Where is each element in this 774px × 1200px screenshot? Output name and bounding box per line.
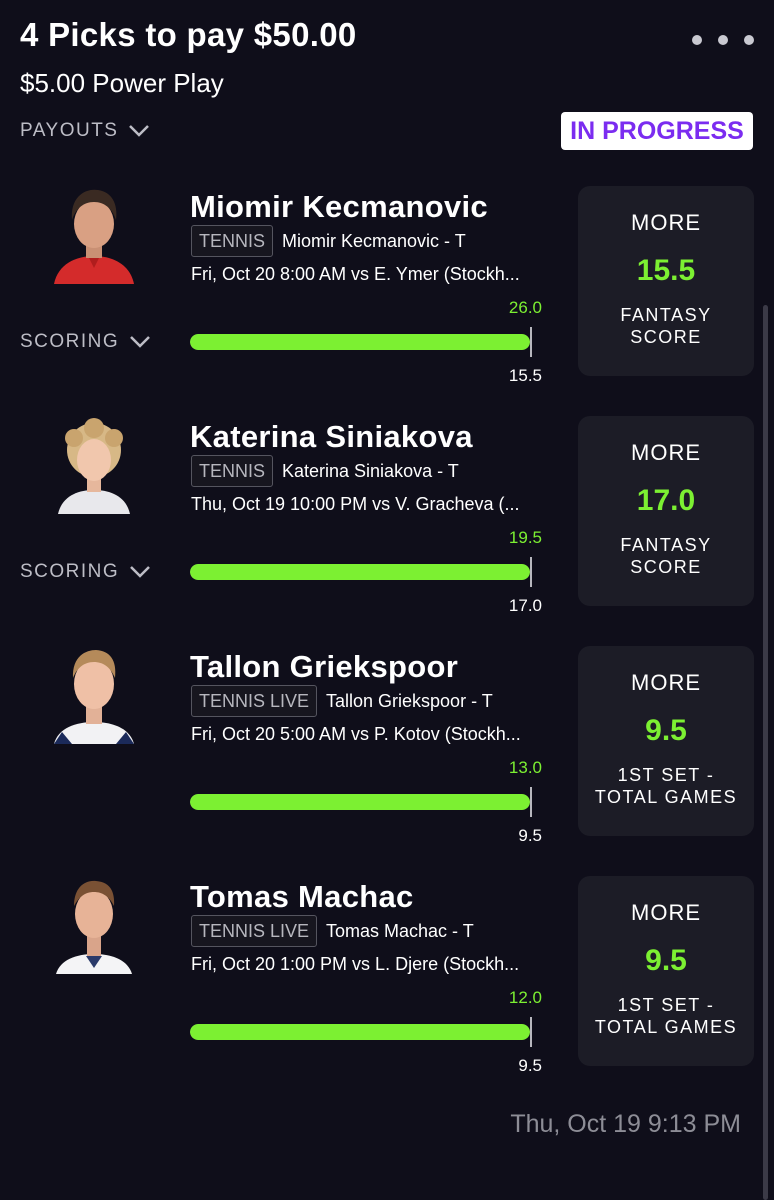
sport-tag: TENNIS (191, 225, 274, 257)
projection-card[interactable]: MORE 9.5 1ST SET - TOTAL GAMES (578, 646, 754, 836)
line-marker (530, 557, 532, 587)
game-info: Thu, Oct 19 10:00 PM vs V. Gracheva (... (191, 494, 520, 514)
line-value-label: 17.0 (508, 596, 542, 615)
projection-line: 9.5 (645, 944, 687, 977)
player-avatar (54, 650, 134, 744)
scrollbar[interactable] (763, 305, 768, 1200)
payouts-label: PAYOUTS (20, 120, 119, 141)
player-league-label: Tomas Machac - T (326, 921, 474, 941)
stat-type: 1ST SET - TOTAL GAMES (594, 765, 738, 807)
sport-tag: TENNIS LIVE (191, 915, 318, 947)
player-league-label: Miomir Kecmanovic - T (282, 231, 466, 251)
player-name: Miomir Kecmanovic (190, 189, 488, 224)
pick-row[interactable]: Tallon Griekspoor TENNIS LIVE Tallon Gri… (0, 646, 774, 876)
game-info: Fri, Oct 20 5:00 AM vs P. Kotov (Stockh.… (191, 724, 521, 744)
player-name: Tomas Machac (190, 879, 414, 914)
chevron-down-icon (129, 125, 150, 137)
game-info: Fri, Oct 20 8:00 AM vs E. Ymer (Stockh..… (191, 264, 520, 284)
pick-direction: MORE (631, 900, 701, 925)
progress-fill (190, 564, 530, 580)
projection-line: 15.5 (636, 254, 696, 287)
status-badge: IN PROGRESS (561, 112, 753, 150)
progress-bar (190, 1024, 530, 1040)
player-avatar (54, 189, 134, 284)
projection-card[interactable]: MORE 15.5 FANTASY SCORE (578, 186, 754, 376)
more-dot-icon (692, 35, 702, 45)
line-marker (530, 787, 532, 817)
more-dot-icon (718, 35, 728, 45)
pick-direction: MORE (631, 440, 701, 465)
game-info: Fri, Oct 20 1:00 PM vs L. Djere (Stockh.… (191, 954, 520, 974)
scoring-toggle[interactable]: SCORING (20, 561, 151, 583)
projection-line: 17.0 (636, 484, 696, 517)
projection-card[interactable]: MORE 17.0 FANTASY SCORE (578, 416, 754, 606)
sport-tag: TENNIS (191, 455, 274, 487)
more-options-button[interactable] (692, 30, 754, 50)
line-value-label: 15.5 (508, 366, 542, 385)
player-avatar (56, 880, 132, 974)
line-marker (530, 1017, 532, 1047)
entry-timestamp: Thu, Oct 19 9:13 PM (510, 1110, 741, 1138)
player-name: Katerina Siniakova (190, 419, 473, 454)
progress-bar (190, 794, 530, 810)
progress-fill (190, 1024, 530, 1040)
player-name: Tallon Griekspoor (190, 649, 459, 684)
pick-row[interactable]: Katerina Siniakova TENNIS Katerina Sinia… (0, 416, 774, 646)
pick-direction: MORE (631, 210, 701, 235)
more-dot-icon (744, 35, 754, 45)
chevron-down-icon (130, 336, 151, 348)
chevron-down-icon (130, 566, 151, 578)
sport-tag: TENNIS LIVE (191, 685, 318, 717)
payouts-toggle[interactable]: PAYOUTS (20, 120, 150, 142)
actual-score: 13.0 (508, 758, 542, 777)
actual-score: 26.0 (508, 298, 542, 317)
actual-score: 19.5 (508, 528, 542, 547)
line-value-label: 9.5 (518, 826, 542, 845)
stat-type: FANTASY SCORE (620, 305, 712, 347)
actual-score: 12.0 (508, 988, 542, 1007)
line-marker (530, 327, 532, 357)
line-value-label: 9.5 (518, 1056, 542, 1075)
player-league-label: Katerina Siniakova - T (282, 461, 459, 481)
projection-line: 9.5 (645, 714, 687, 747)
progress-bar (190, 334, 530, 350)
scoring-toggle[interactable]: SCORING (20, 331, 151, 353)
stat-type: 1ST SET - TOTAL GAMES (594, 995, 738, 1037)
projection-card[interactable]: MORE 9.5 1ST SET - TOTAL GAMES (578, 876, 754, 1066)
progress-bar (190, 564, 530, 580)
scoring-label: SCORING (20, 331, 120, 352)
page-title: 4 Picks to pay $50.00 (20, 16, 357, 53)
player-league-label: Tallon Griekspoor - T (326, 691, 493, 711)
progress-fill (190, 794, 530, 810)
stat-type: FANTASY SCORE (620, 535, 712, 577)
scoring-label: SCORING (20, 561, 120, 582)
pick-row[interactable]: Tomas Machac TENNIS LIVE Tomas Machac - … (0, 876, 774, 1106)
entry-subtitle: $5.00 Power Play (20, 68, 224, 98)
progress-fill (190, 334, 530, 350)
player-avatar (58, 418, 130, 514)
pick-direction: MORE (631, 670, 701, 695)
pick-row[interactable]: Miomir Kecmanovic TENNIS Miomir Kecmanov… (0, 186, 774, 416)
